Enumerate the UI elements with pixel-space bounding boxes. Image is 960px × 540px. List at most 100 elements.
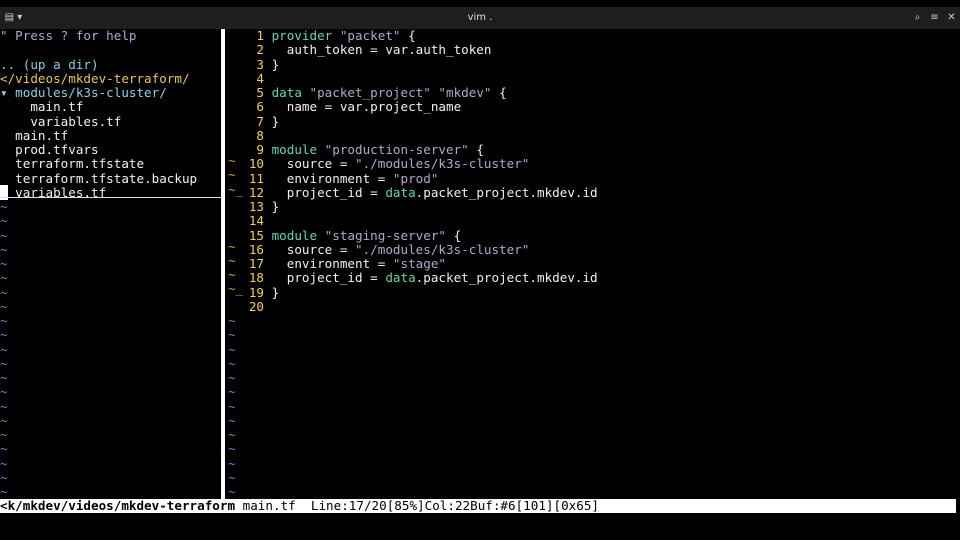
cursorline-underline <box>0 197 221 198</box>
hamburger-icon: ≡ <box>930 12 939 23</box>
code-token: "packet" <box>339 29 401 43</box>
code-line[interactable]: ~15 module "staging-server" { <box>228 227 956 254</box>
code-token: environment = <box>271 170 393 186</box>
code-line[interactable]: 13 } <box>228 199 956 214</box>
search-icon: ⌕ <box>914 12 921 23</box>
code-line[interactable]: 6 name = var.project_name <box>228 99 956 115</box>
code-token: source = <box>271 156 355 172</box>
tree-help-text: " Press ? for help <box>0 29 137 43</box>
status-file: main.tf <box>235 498 296 513</box>
line-number: 5 <box>256 85 264 100</box>
empty-line-tilde: ~ <box>0 327 8 343</box>
close-button[interactable]: ✕ <box>945 10 958 26</box>
window-title: vim . <box>467 12 493 23</box>
code-line[interactable]: 1 provider "packet" { <box>228 29 956 43</box>
empty-line-tilde: ~ <box>0 370 8 385</box>
line-number: 1 <box>256 29 264 43</box>
empty-line-tilde: ~ <box>0 384 8 400</box>
code-line[interactable]: 3 } <box>228 56 956 72</box>
empty-line-tilde: ~ <box>0 427 8 442</box>
code-line[interactable]: ~10 source = "./modules/k3s-cluster" <box>228 156 956 182</box>
code-token: } <box>271 113 280 129</box>
hamburger-menu-button[interactable]: ≡ <box>928 10 941 26</box>
empty-line-tilde: ~ <box>0 284 8 300</box>
code-line[interactable]: ~_ 18 project_id = data.packet_project.mk… <box>228 270 956 296</box>
search-button[interactable]: ⌕ <box>911 10 924 26</box>
tree-file-item[interactable]: main.tf <box>0 128 221 143</box>
empty-line-tilde: ~ <box>228 355 236 371</box>
empty-line-tilde: ~ <box>0 241 8 257</box>
code-line[interactable]: 12 project_id = data.packet_project.mkde… <box>228 184 956 200</box>
code-line[interactable]: ~_ 11 environment = "prod" <box>228 170 956 197</box>
code-token: name = var.project_name <box>271 99 462 115</box>
code-token: data <box>271 85 310 100</box>
empty-line-tilde: ~ <box>0 469 8 485</box>
empty-line-tilde: ~ <box>0 256 8 271</box>
code-line[interactable]: 20 <box>228 298 956 314</box>
code-token: "prod" <box>392 170 439 186</box>
code-line[interactable]: 2 auth_token = var.auth_token <box>228 42 956 58</box>
code-token: } <box>271 284 280 300</box>
empty-line-tilde: ~ <box>0 355 8 371</box>
code-line[interactable]: ~17 environment = "stage" <box>228 256 956 282</box>
tree-file-item[interactable]: prod.tfvars <box>0 142 221 157</box>
code-token: "packet_project" "mkdev" <box>309 85 492 100</box>
empty-line-tilde: ~ <box>228 455 236 471</box>
code-line[interactable]: 14 <box>228 213 956 228</box>
tree-file-item[interactable]: variables.tf <box>0 114 221 129</box>
code-token: project_id = <box>271 270 386 286</box>
nerdtree-panel[interactable]: " Press ? for help .. (up a dir) </videos/… <box>0 29 221 499</box>
code-token: { <box>446 227 462 243</box>
empty-line-tilde: ~ <box>0 199 8 214</box>
code-token: auth_token = var.auth_token <box>271 42 492 58</box>
tree-current-path[interactable]: </videos/mkdev-terraform/ <box>0 71 221 86</box>
code-token: source = <box>271 241 355 257</box>
window-titlebar: ▤ ▾ vim . ⌕ ≡ ✕ <box>0 7 960 29</box>
line-number: 13 <box>248 199 264 214</box>
code-token: "./modules/k3s-cluster" <box>355 241 530 257</box>
status-info: Line:17/20[85%]Col:22Buf:#6[101][0x65] <box>295 498 600 513</box>
split-divider[interactable] <box>221 29 225 499</box>
empty-line-tilde: ~ <box>228 412 236 428</box>
code-token: environment = <box>271 256 393 271</box>
code-token: { <box>491 85 507 100</box>
terminal-area[interactable]: " Press ? for help .. (up a dir) </videos/… <box>0 29 956 513</box>
code-token: } <box>271 56 280 72</box>
code-editor[interactable]: 1 provider "packet" {2 auth_token = var.… <box>228 29 956 499</box>
tree-up-dir[interactable]: .. (up a dir) <box>0 57 221 72</box>
tree-blank-line <box>0 43 221 57</box>
empty-line-tilde: ~ <box>228 484 236 499</box>
tree-dir-item[interactable]: ▾ modules/k3s-cluster/ <box>0 85 221 100</box>
code-token: "stage" <box>392 256 446 271</box>
code-token: .packet_project.mkdev.id <box>415 270 598 286</box>
code-token: data <box>385 184 416 200</box>
line-number: 7 <box>256 113 264 129</box>
tree-file-item[interactable]: terraform.tfstate.backup <box>0 171 221 186</box>
empty-line-tilde: ~ <box>228 341 236 357</box>
empty-line-tilde: ~ <box>228 370 236 385</box>
code-token: { <box>468 142 484 157</box>
line-number: 20 <box>248 298 264 314</box>
code-line[interactable]: 4 <box>228 71 956 86</box>
code-line[interactable]: ~16 source = "./modules/k3s-cluster" <box>228 241 956 268</box>
tree-file-item[interactable]: terraform.tfstate <box>0 156 221 171</box>
empty-line-tilde: ~ <box>228 327 236 343</box>
code-line[interactable]: 8 <box>228 128 956 143</box>
line-number: 6 <box>256 99 264 115</box>
empty-line-tilde: ~ <box>0 213 8 229</box>
code-token: module <box>271 142 325 157</box>
code-token: data <box>385 270 416 286</box>
code-token: "./modules/k3s-cluster" <box>355 156 530 172</box>
code-token: { <box>400 29 416 43</box>
empty-line-tilde: ~ <box>0 455 8 471</box>
code-line[interactable]: ~9 module "production-server" { <box>228 142 956 168</box>
code-line[interactable]: 7 } <box>228 113 956 129</box>
status-path: <k/mkdev/videos/mkdev-terraform <box>0 498 236 513</box>
code-token: "production-server" <box>324 142 469 157</box>
code-line[interactable]: 5 data "packet_project" "mkdev" { <box>228 85 956 100</box>
empty-line-tilde: ~ <box>228 427 236 442</box>
empty-line-tilde: ~ <box>228 398 236 414</box>
code-token: .packet_project.mkdev.id <box>415 184 598 200</box>
tree-file-item[interactable]: main.tf <box>0 99 221 114</box>
code-line[interactable]: 19 } <box>228 284 956 300</box>
